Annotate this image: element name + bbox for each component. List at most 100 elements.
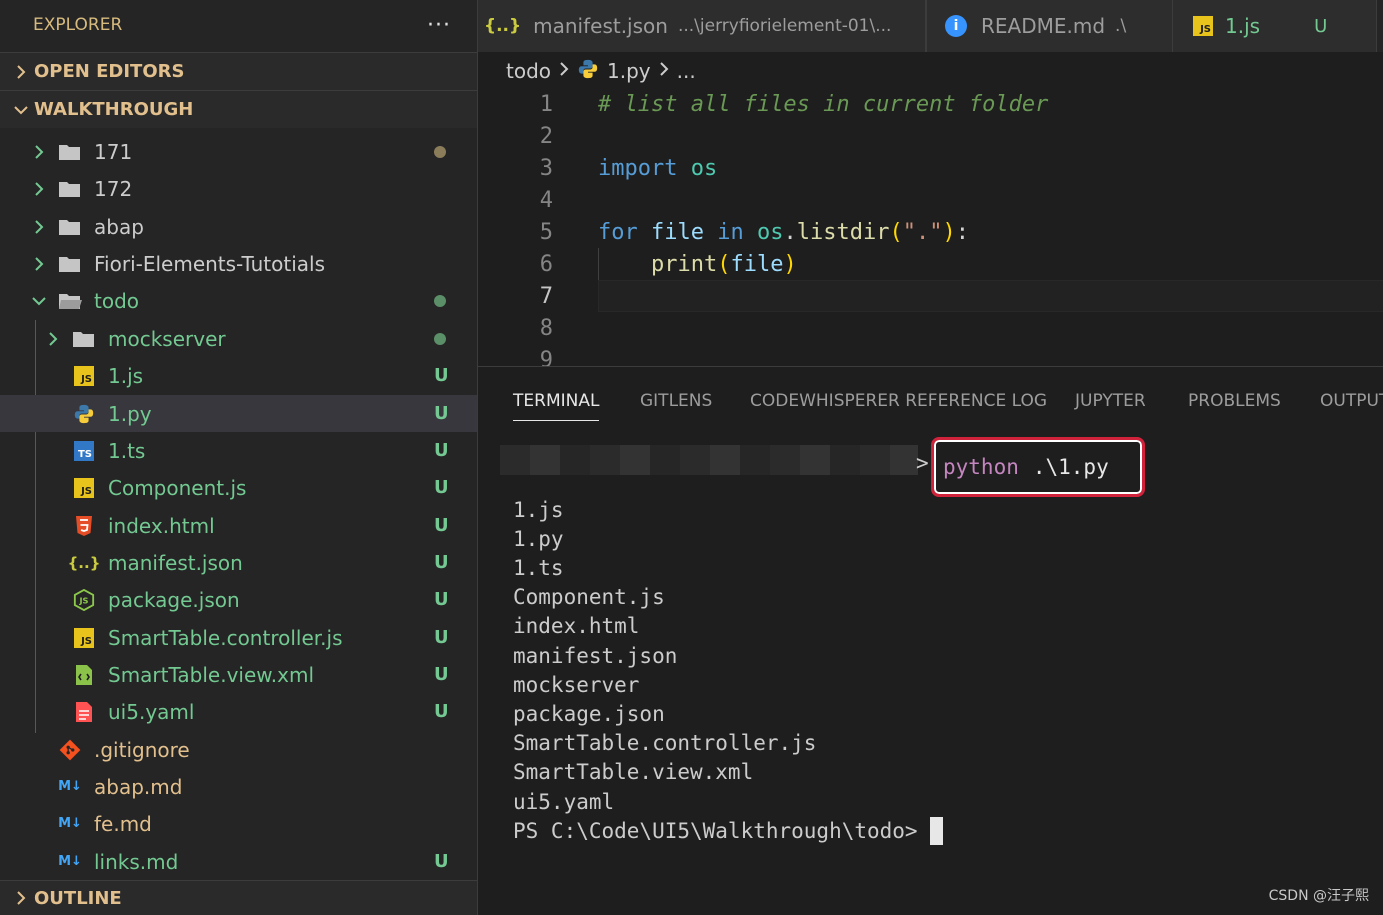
tree-item-abap[interactable]: abap	[0, 208, 477, 245]
code-line-3[interactable]: import os	[478, 152, 1383, 184]
tree-item-label: Component.js	[108, 475, 247, 500]
module-token: os	[690, 155, 718, 181]
panel-tab-gitlens[interactable]: GITLENS	[640, 383, 712, 419]
tree-item-index-html[interactable]: index.html U	[0, 507, 477, 544]
tree-item-label: package.json	[108, 587, 240, 612]
tree-item-component-js[interactable]: JS Component.js U	[0, 469, 477, 506]
tab-status-badge: U	[1314, 15, 1328, 37]
string-token: "."	[902, 219, 943, 245]
gutter-line: 8	[478, 312, 1383, 344]
code-line-5[interactable]: for file in os.listdir("."):	[478, 216, 1383, 248]
markdown-icon: M↓	[58, 854, 82, 869]
prompt-symbol: >	[916, 451, 929, 475]
tab-bar: {..} manifest.json ...\jerryfiorielement…	[478, 0, 1383, 52]
tab-readme-md[interactable]: i README.md .\	[926, 0, 1173, 52]
tree-item-links-md[interactable]: M↓ links.md U	[0, 843, 477, 880]
paren-token: )	[783, 251, 797, 277]
tree-item-package-json[interactable]: JS package.json U	[0, 581, 477, 618]
section-outline[interactable]: OUTLINE	[0, 880, 477, 915]
keyword-token: in	[717, 219, 744, 245]
breadcrumb-folder[interactable]: todo	[506, 59, 551, 83]
ts-icon: TS	[72, 440, 96, 462]
tree-item-smarttable-controller-js[interactable]: JS SmartTable.controller.js U	[0, 619, 477, 656]
chevron-right-icon	[659, 61, 669, 82]
breadcrumb-file[interactable]: 1.py	[607, 59, 651, 83]
info-icon: i	[945, 15, 967, 37]
tree-item-smarttable-view-xml[interactable]: SmartTable.view.xml U	[0, 656, 477, 693]
tree-item-171[interactable]: 171	[0, 133, 477, 170]
git-status-badge: U	[434, 701, 449, 722]
tree-item-1-py[interactable]: 1.py U	[0, 395, 477, 432]
json-icon: {..}	[67, 553, 101, 572]
code-comment: # list all files in current folder	[598, 92, 1048, 117]
tree-item-1-js[interactable]: JS 1.js U	[0, 357, 477, 394]
keyword-token: import	[598, 155, 678, 181]
terminal-output-line: 1.ts	[513, 555, 564, 580]
chevron-down-icon	[8, 104, 34, 116]
panel-tab-output[interactable]: OUTPUT	[1320, 383, 1383, 419]
panel-tab-codewhisperer-reference-log[interactable]: CODEWHISPERER REFERENCE LOG	[750, 383, 1047, 419]
function-token: print	[650, 251, 718, 277]
tree-item-label: index.html	[108, 513, 215, 538]
chevron-right-icon	[44, 330, 62, 348]
gutter-line: 4	[478, 184, 1383, 216]
tree-item-label: 171	[94, 139, 133, 164]
tree-item-label: 1.js	[108, 363, 144, 388]
js-icon: JS	[72, 627, 96, 649]
tab-label: README.md	[981, 14, 1106, 38]
line-number: 4	[539, 187, 553, 213]
tab-1-js[interactable]: JS 1.js U	[1173, 0, 1377, 52]
module-token: os	[756, 219, 784, 245]
code-editor[interactable]: 123456789 # list all files in current fo…	[478, 88, 1383, 366]
chevron-right-icon	[8, 890, 34, 906]
paren-token: )	[942, 219, 956, 245]
tree-item-fe-md[interactable]: M↓ fe.md	[0, 805, 477, 842]
paren-token: (	[717, 251, 731, 277]
folder-icon	[72, 328, 96, 350]
git-status-badge: U	[434, 365, 449, 386]
tab-description: ...\jerryfiorielement-01\...	[677, 16, 892, 36]
tree-item-label: Fiori-Elements-Tutotials	[94, 251, 326, 276]
panel-tab-bar: TERMINAL GITLENS CODEWHISPERER REFERENCE L…	[478, 383, 1383, 421]
tree-item-label: SmartTable.controller.js	[108, 625, 343, 650]
tree-item-abap-md[interactable]: M↓ abap.md	[0, 768, 477, 805]
tree-item-gitignore[interactable]: .gitignore	[0, 731, 477, 768]
tree-item-1-ts[interactable]: TS 1.ts U	[0, 432, 477, 469]
gutter-line: 9	[478, 344, 1383, 367]
tree-item-label: ui5.yaml	[108, 699, 195, 724]
info-icon-glyph: i	[953, 18, 959, 34]
tree-item-label: abap.md	[94, 774, 183, 799]
chevron-right-icon	[8, 64, 34, 80]
code-line-6[interactable]: print(file)	[478, 248, 1383, 280]
tree-item-manifest-json[interactable]: {..} manifest.json U	[0, 544, 477, 581]
punct-token: :	[955, 219, 969, 245]
terminal-output-line: ui5.yaml	[513, 789, 615, 814]
panel-tab-problems[interactable]: PROBLEMS	[1188, 383, 1281, 419]
variable-token: file	[730, 251, 784, 277]
section-open-editors[interactable]: OPEN EDITORS	[0, 52, 477, 90]
terminal-prompt-line[interactable]: PS C:\Code\UI5\Walkthrough\todo>	[513, 816, 943, 845]
tree-item-ui5-yaml[interactable]: ui5.yaml U	[0, 693, 477, 730]
terminal-output-line: 1.js	[513, 497, 564, 522]
chevron-right-icon	[30, 218, 48, 236]
code-line-1[interactable]: # list all files in current folder	[478, 88, 1383, 120]
terminal-cursor	[929, 816, 943, 845]
tree-item-label: 1.ts	[108, 438, 146, 463]
breadcrumb-rest[interactable]: ...	[677, 59, 696, 83]
panel-tab-jupyter[interactable]: JUPYTER	[1075, 383, 1146, 419]
panel-tab-terminal[interactable]: TERMINAL	[513, 383, 600, 421]
tab-manifest-json[interactable]: {..} manifest.json ...\jerryfiorielement…	[478, 0, 926, 52]
more-actions-icon[interactable]: ···	[427, 13, 451, 38]
tree-item-mockserver[interactable]: mockserver	[0, 320, 477, 357]
command-argument: .\1.py	[1032, 455, 1109, 479]
comment-token: # list all files in current folder	[598, 91, 1049, 117]
git-status-badge: U	[434, 552, 449, 573]
tree-item-todo[interactable]: todo	[0, 282, 477, 319]
section-walkthrough[interactable]: WALKTHROUGH	[0, 90, 477, 128]
function-token: listdir	[796, 219, 890, 245]
html-icon	[72, 515, 96, 537]
tree-item-172[interactable]: 172	[0, 170, 477, 207]
tree-item-fiori-elements-tutotials[interactable]: Fiori-Elements-Tutotials	[0, 245, 477, 282]
git-status-badge: U	[434, 477, 449, 498]
git-status-badge: U	[434, 627, 449, 648]
